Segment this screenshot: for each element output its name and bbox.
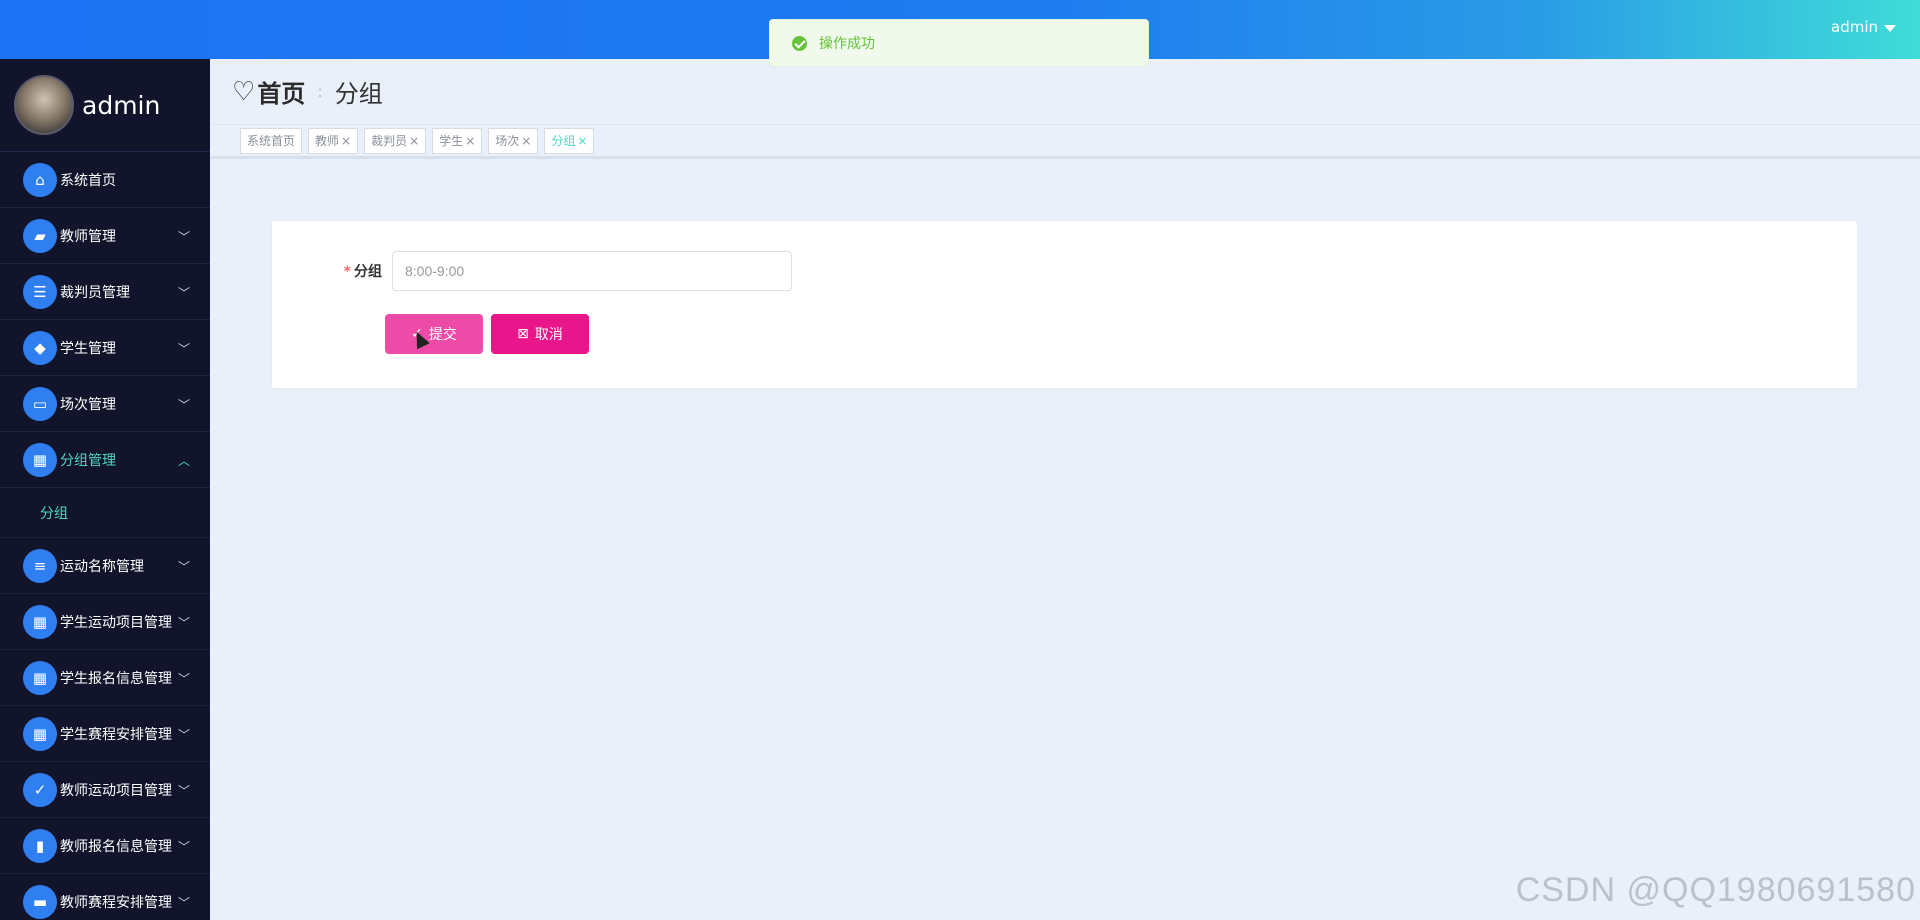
chevron-down-icon: ﹀ xyxy=(177,840,190,854)
breadcrumb-separator: : xyxy=(317,82,323,101)
tag-label: 学生 xyxy=(439,134,464,148)
tab-tag[interactable]: 学生 × xyxy=(432,127,483,154)
form-row-group: * 分组 xyxy=(332,251,792,291)
sidebar-item[interactable]: ▦ 学生运动项目管理 ﹀ xyxy=(0,594,210,650)
sidebar-item[interactable]: ▰ 教师管理 ﹀ xyxy=(0,208,210,264)
sidebar-item[interactable]: ≡ 运动名称管理 ﹀ xyxy=(0,538,210,594)
success-toast: 操作成功 xyxy=(769,19,1149,67)
tab-tag[interactable]: 教师 × xyxy=(308,127,359,154)
cancel-label: 取消 xyxy=(534,327,563,343)
sliders-icon: ☰ xyxy=(23,274,57,309)
book-icon: ▮ xyxy=(23,828,57,863)
sidebar-item-label: 场次管理 xyxy=(60,396,116,413)
chevron-down-icon: ﹀ xyxy=(177,398,190,412)
required-asterisk: * xyxy=(343,264,351,280)
sidebar-item-label: 教师报名信息管理 xyxy=(60,838,172,855)
breadcrumb-home[interactable]: 首页 xyxy=(257,74,305,109)
heart-icon: ♡ xyxy=(232,76,256,107)
grid-icon: ▦ xyxy=(23,716,57,751)
briefcase-icon: ▰ xyxy=(23,218,57,253)
sidebar-item-label: 学生运动项目管理 xyxy=(60,614,172,631)
watermark: CSDN @QQ1980691580 xyxy=(1515,871,1916,909)
chevron-down-icon: ﹀ xyxy=(177,672,190,686)
sidebar-item[interactable]: ▭ 场次管理 ﹀ xyxy=(0,376,210,432)
sidebar-item-label: 教师管理 xyxy=(60,228,116,245)
sidebar-item-label: 学生报名信息管理 xyxy=(60,670,172,687)
sidebar-item-label: 裁判员管理 xyxy=(60,284,130,301)
cancel-button[interactable]: ⊠ 取消 xyxy=(491,314,589,354)
chevron-down-icon: ﹀ xyxy=(177,342,190,356)
tag-label: 教师 xyxy=(315,134,340,148)
group-label: * 分组 xyxy=(332,261,382,281)
grid-icon: ▦ xyxy=(23,442,57,477)
chevron-down-icon: ﹀ xyxy=(177,616,190,630)
sidebar-item[interactable]: ▮ 教师报名信息管理 ﹀ xyxy=(0,818,210,874)
tags-bar: 系统首页 教师 × 裁判员 × 学生 × 场次 × 分组 × xyxy=(210,124,1920,159)
close-icon[interactable]: × xyxy=(465,134,475,148)
sidebar-item[interactable]: ▦ 学生报名信息管理 ﹀ xyxy=(0,650,210,706)
sidebar-item[interactable]: ✓ 教师运动项目管理 ﹀ xyxy=(0,762,210,818)
home-icon: ⌂ xyxy=(23,162,57,197)
tag-label: 场次 xyxy=(495,134,520,148)
sidebar-item-label: 学生管理 xyxy=(60,340,116,357)
tag-label: 系统首页 xyxy=(247,134,296,148)
close-icon[interactable]: × xyxy=(409,134,419,148)
sidebar-item-label: 教师赛程安排管理 xyxy=(60,894,172,911)
breadcrumb-current: 分组 xyxy=(334,80,383,108)
sidebar-item[interactable]: ▦ 分组管理 ︿ xyxy=(0,432,210,488)
profile-name: admin xyxy=(82,90,161,120)
sidebar-item[interactable]: ⌂ 系统首页 xyxy=(0,152,210,208)
sidebar-item-label: 教师运动项目管理 xyxy=(60,782,172,799)
ticket-icon: ▬ xyxy=(23,884,57,919)
sidebar-item[interactable]: ▬ 教师赛程安排管理 ﹀ xyxy=(0,874,210,920)
chevron-down-icon: ﹀ xyxy=(177,896,190,910)
close-icon[interactable]: × xyxy=(577,134,587,148)
chevron-down-icon: ﹀ xyxy=(177,784,190,798)
close-square-icon: ⊠ xyxy=(517,326,529,342)
group-label-text: 分组 xyxy=(354,264,382,280)
sidebar-item[interactable]: ◆ 学生管理 ﹀ xyxy=(0,320,210,376)
close-icon[interactable]: × xyxy=(341,134,351,148)
sidebar-item-label: 学生赛程安排管理 xyxy=(60,726,172,743)
sidebar-menu: ⌂ 系统首页 ▰ 教师管理 ﹀ ☰ 裁判员管理 ﹀ ◆ 学生管理 ﹀ ▭ 场次管理 ﹀ ▦ 分组管理 ︿ 分组 ≡ 运… xyxy=(0,152,210,920)
chevron-down-icon: ﹀ xyxy=(177,728,190,742)
user-menu[interactable]: admin xyxy=(1831,18,1896,36)
chevron-down-icon: ﹀ xyxy=(177,560,190,574)
form-card: *分组 ✓ 提交 ⊠ 取消 xyxy=(271,220,1858,389)
sidebar-item-label: 分组管理 xyxy=(60,452,116,469)
grid-icon: ▦ xyxy=(23,604,57,639)
tag-label: 分组 xyxy=(551,134,576,148)
group-input[interactable] xyxy=(392,251,792,291)
toast-message: 操作成功 xyxy=(819,36,875,52)
tab-tag[interactable]: 分组 × xyxy=(544,127,595,154)
tag-label: 裁判员 xyxy=(371,134,408,148)
chevron-down-icon: ﹀ xyxy=(177,230,190,244)
avatar[interactable] xyxy=(14,75,74,135)
caret-down-icon[interactable] xyxy=(1884,24,1896,32)
sidebar-item-label: 系统首页 xyxy=(60,172,116,189)
submenu-item-group[interactable]: 分组 xyxy=(0,488,210,538)
list-icon: ≡ xyxy=(23,548,57,583)
tab-tag[interactable]: 场次 × xyxy=(488,127,539,154)
clipboard-icon: ✓ xyxy=(23,772,57,807)
breadcrumb: ♡ 首页 : 分组 xyxy=(210,59,1920,124)
submit-label: 提交 xyxy=(428,327,457,343)
tab-tag[interactable]: 系统首页 xyxy=(240,127,303,154)
sidebar-item-label: 运动名称管理 xyxy=(60,558,144,575)
tab-tag[interactable]: 裁判员 × xyxy=(364,127,427,154)
sidebar-profile: admin xyxy=(0,59,210,152)
chevron-down-icon: ﹀ xyxy=(177,286,190,300)
success-icon xyxy=(792,35,807,51)
chevron-up-icon: ︿ xyxy=(177,454,190,468)
grid-icon: ▦ xyxy=(23,660,57,695)
user-name[interactable]: admin xyxy=(1831,18,1878,36)
submit-button[interactable]: ✓ 提交 xyxy=(385,314,483,354)
sidebar-item[interactable]: ☰ 裁判员管理 ﹀ xyxy=(0,264,210,320)
user-card-icon: ◆ xyxy=(23,330,57,365)
sidebar: admin ⌂ 系统首页 ▰ 教师管理 ﹀ ☰ 裁判员管理 ﹀ ◆ 学生管理 ﹀ ▭ 场次管理 ﹀ ▦ 分组管… xyxy=(0,59,210,920)
sidebar-item[interactable]: ▦ 学生赛程安排管理 ﹀ xyxy=(0,706,210,762)
screen-icon: ▭ xyxy=(23,386,57,421)
close-icon[interactable]: × xyxy=(521,134,531,148)
